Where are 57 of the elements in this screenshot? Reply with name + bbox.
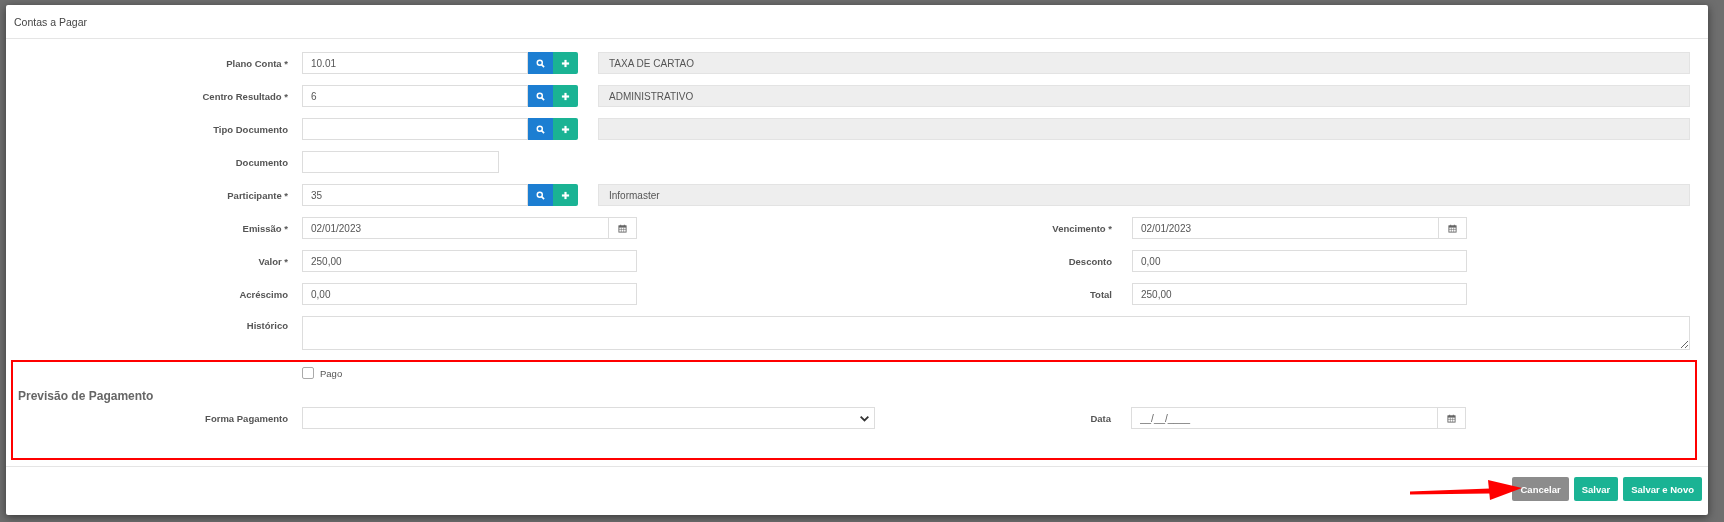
text-area[interactable] bbox=[302, 316, 1690, 350]
input-field[interactable] bbox=[302, 118, 528, 140]
input-field[interactable]: 6 bbox=[302, 85, 528, 107]
search-icon bbox=[536, 124, 545, 134]
dropdown-field[interactable] bbox=[302, 407, 875, 429]
add-button[interactable] bbox=[553, 184, 578, 206]
description-field: TAXA DE CARTAO bbox=[598, 52, 1690, 74]
field-label: Data bbox=[1089, 412, 1111, 424]
input-field[interactable]: 35 bbox=[302, 184, 528, 206]
field-label: Valor * bbox=[257, 255, 288, 267]
calendar-icon bbox=[1448, 223, 1457, 233]
search-icon bbox=[536, 91, 545, 101]
field-label: Plano Conta * bbox=[225, 57, 288, 69]
search-icon bbox=[536, 58, 545, 68]
date-field[interactable]: 02/01/2023 bbox=[1132, 217, 1439, 239]
checkbox-label: Pago bbox=[320, 367, 343, 379]
input-field[interactable]: 0,00 bbox=[1132, 250, 1467, 272]
input-field[interactable]: 250,00 bbox=[302, 250, 637, 272]
field-label: Tipo Documento bbox=[212, 123, 288, 135]
checkbox[interactable] bbox=[302, 367, 314, 379]
calendar-button[interactable] bbox=[609, 217, 637, 239]
search-button[interactable] bbox=[528, 52, 553, 74]
search-button[interactable] bbox=[528, 184, 553, 206]
field-label: Documento bbox=[234, 156, 288, 168]
field-label: Forma Pagamento bbox=[204, 412, 288, 424]
plus-icon bbox=[561, 58, 570, 68]
input-field[interactable]: 250,00 bbox=[1132, 283, 1467, 305]
calendar-icon bbox=[618, 223, 627, 233]
search-icon bbox=[536, 190, 545, 200]
field-label: Histórico bbox=[245, 319, 288, 331]
description-field: ADMINISTRATIVO bbox=[598, 85, 1690, 107]
input-field[interactable]: 0,00 bbox=[302, 283, 637, 305]
date-field[interactable]: 02/01/2023 bbox=[302, 217, 609, 239]
section-heading: Previsão de Pagamento bbox=[17, 388, 155, 405]
add-button[interactable] bbox=[553, 85, 578, 107]
dialog-title: Contas a Pagar bbox=[14, 15, 87, 28]
search-button[interactable] bbox=[528, 85, 553, 107]
add-button[interactable] bbox=[553, 118, 578, 140]
field-label: Participante * bbox=[226, 189, 288, 201]
field-label: Centro Resultado * bbox=[201, 90, 288, 102]
input-field[interactable]: 10.01 bbox=[302, 52, 528, 74]
calendar-button[interactable] bbox=[1439, 217, 1467, 239]
input-field[interactable] bbox=[302, 151, 499, 173]
calendar-icon bbox=[1447, 413, 1456, 423]
field-label: Total bbox=[1089, 288, 1112, 300]
plus-icon bbox=[561, 190, 570, 200]
add-button[interactable] bbox=[553, 52, 578, 74]
field-label: Desconto bbox=[1067, 255, 1112, 267]
field-label: Vencimento * bbox=[1051, 222, 1112, 234]
description-field: Informaster bbox=[598, 184, 1690, 206]
plus-icon bbox=[561, 91, 570, 101]
calendar-button[interactable] bbox=[1438, 407, 1466, 429]
field-label: Emissão * bbox=[241, 222, 288, 234]
date-field[interactable]: __/__/____ bbox=[1131, 407, 1438, 429]
field-label: Acréscimo bbox=[238, 288, 288, 300]
plus-icon bbox=[561, 124, 570, 134]
search-button[interactable] bbox=[528, 118, 553, 140]
